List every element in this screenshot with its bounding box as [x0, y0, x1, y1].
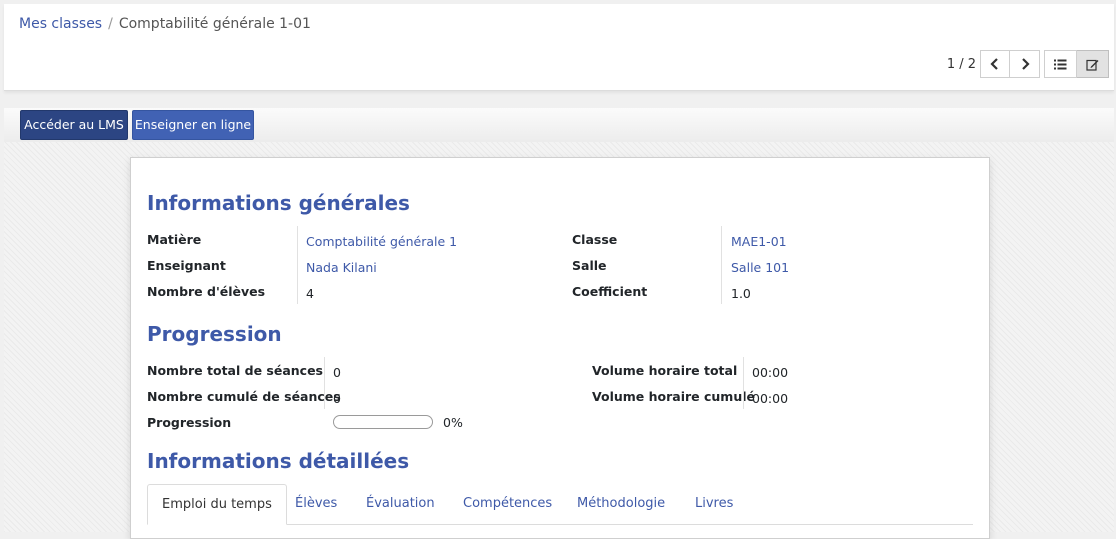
divider	[721, 278, 722, 304]
field-classe[interactable]: MAE1-01	[731, 234, 787, 249]
divider	[297, 278, 298, 304]
breadcrumb-current: Comptabilité générale 1-01	[118, 16, 311, 32]
label-progression: Progression	[147, 415, 232, 430]
list-icon	[1054, 59, 1067, 69]
label-cumul-seances: Nombre cumulé de séances	[147, 389, 341, 404]
breadcrumb-parent-link[interactable]: Mes classes	[19, 16, 102, 32]
section-title-details: Informations détaillées	[147, 449, 410, 473]
pager-previous-button[interactable]	[980, 50, 1010, 78]
label-enseignant: Enseignant	[147, 258, 226, 273]
tab-methodologie[interactable]: Méthodologie	[577, 484, 665, 524]
progression-percent: 0%	[443, 415, 463, 430]
label-nombre-eleves: Nombre d'élèves	[147, 284, 266, 299]
divider	[324, 383, 325, 409]
label-total-seances: Nombre total de séances	[147, 363, 323, 378]
divider	[324, 357, 325, 383]
field-coefficient: 1.0	[731, 286, 751, 301]
field-total-seances: 0	[333, 365, 341, 380]
field-volume-total: 00:00	[752, 365, 789, 380]
section-title-progression: Progression	[147, 322, 282, 346]
progression-bar	[333, 415, 433, 429]
divider	[721, 252, 722, 278]
pager-value[interactable]: 1 / 2	[947, 57, 976, 72]
label-volume-total: Volume horaire total	[592, 363, 738, 378]
divider	[721, 226, 722, 252]
divider	[743, 383, 744, 409]
breadcrumb-separator: /	[108, 16, 113, 32]
divider	[297, 226, 298, 252]
form-view-button[interactable]	[1077, 50, 1109, 78]
label-salle: Salle	[572, 258, 607, 273]
label-coefficient: Coefficient	[572, 284, 648, 299]
field-matiere[interactable]: Comptabilité générale 1	[306, 234, 457, 249]
label-matiere: Matière	[147, 232, 202, 247]
breadcrumb: Mes classes / Comptabilité générale 1-01	[19, 16, 311, 32]
view-switcher	[1044, 50, 1109, 78]
control-panel: Mes classes / Comptabilité générale 1-01 1…	[4, 4, 1114, 91]
access-lms-button[interactable]: Accéder au LMS	[20, 110, 128, 140]
field-nombre-eleves: 4	[306, 286, 314, 301]
form-sheet: Informations générales Matière Comptabil…	[130, 157, 990, 539]
tab-eleves[interactable]: Élèves	[295, 484, 337, 524]
divider	[743, 357, 744, 383]
label-classe: Classe	[572, 232, 618, 247]
action-bar: Accéder au LMS Enseigner en ligne	[4, 108, 1114, 143]
field-cumul-seances: 0	[333, 391, 341, 406]
section-title-general: Informations générales	[147, 191, 410, 215]
chevron-right-icon	[1021, 58, 1030, 70]
tab-emploi-du-temps[interactable]: Emploi du temps	[147, 484, 287, 525]
label-volume-cumul: Volume horaire cumulé	[592, 389, 755, 404]
pager-next-button[interactable]	[1010, 50, 1040, 78]
list-view-button[interactable]	[1044, 50, 1077, 78]
field-salle[interactable]: Salle 101	[731, 260, 789, 275]
chevron-left-icon	[990, 58, 998, 70]
field-enseignant[interactable]: Nada Kilani	[306, 260, 377, 275]
tab-livres[interactable]: Livres	[695, 484, 733, 524]
teach-online-button[interactable]: Enseigner en ligne	[132, 110, 254, 140]
field-volume-cumul: 00:00	[752, 391, 789, 406]
detail-tabs: Emploi du temps Élèves Évaluation Compét…	[147, 484, 973, 525]
tab-competences[interactable]: Compétences	[463, 484, 552, 524]
tab-evaluation[interactable]: Évaluation	[366, 484, 435, 524]
edit-icon	[1086, 59, 1099, 71]
pager-buttons	[980, 50, 1040, 78]
divider	[297, 252, 298, 278]
pager: 1 / 2	[947, 50, 1109, 78]
